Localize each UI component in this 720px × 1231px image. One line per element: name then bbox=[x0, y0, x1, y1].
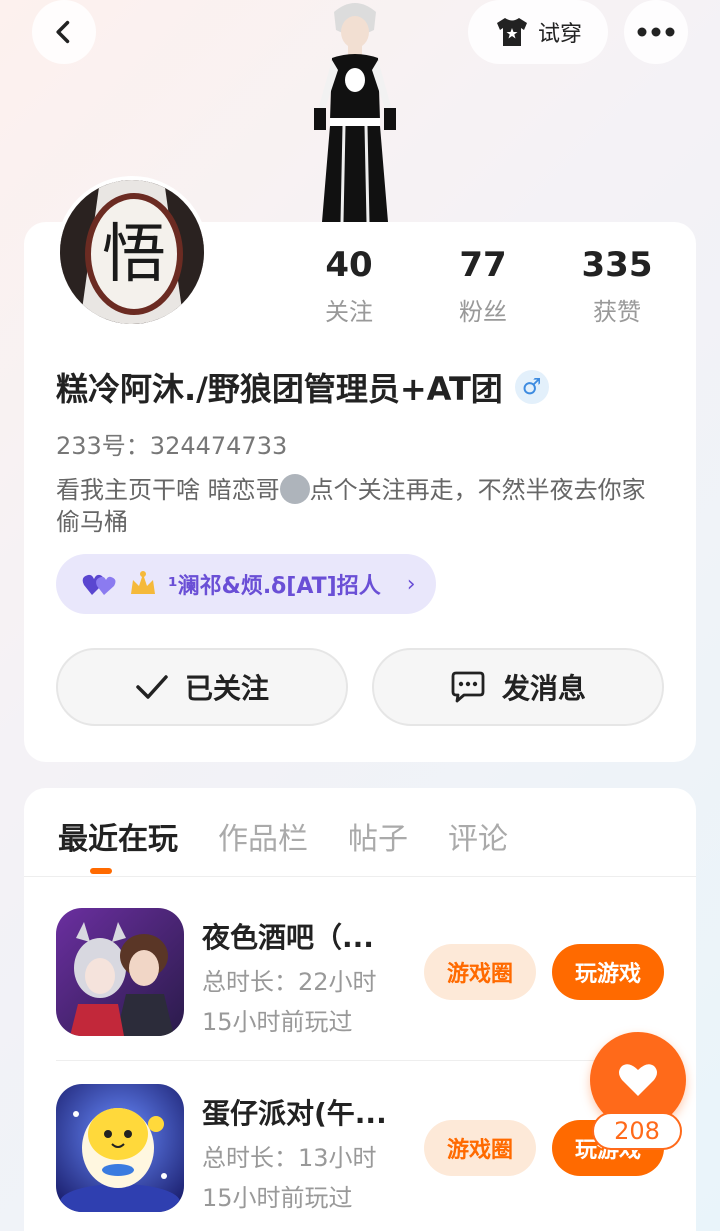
message-label: 发消息 bbox=[501, 672, 586, 705]
game-icon-eggy-party[interactable] bbox=[56, 1084, 184, 1212]
message-icon bbox=[451, 671, 485, 703]
group-tag[interactable]: ¹澜祁&烦.δ[AT]招人 › bbox=[56, 554, 436, 614]
follow-label: 已关注 bbox=[184, 672, 269, 705]
game-title: 夜色酒吧（... bbox=[202, 921, 374, 954]
game-last-played: 15小时前玩过 bbox=[202, 1184, 353, 1212]
stat-value: 335 bbox=[581, 245, 653, 285]
game-circle-button[interactable]: 游戏圈 bbox=[424, 944, 536, 1000]
chevron-right-icon: › bbox=[406, 571, 416, 597]
game-row[interactable]: 夜色酒吧（... 总时长：22小时 15小时前玩过 游戏圈 玩游戏 bbox=[56, 908, 668, 1038]
tab-comments[interactable]: 评论 bbox=[448, 814, 508, 858]
hearts-icon bbox=[82, 574, 116, 595]
game-last-played: 15小时前玩过 bbox=[202, 1008, 353, 1036]
follow-button[interactable]: 已关注 bbox=[56, 648, 348, 726]
male-gender-icon: ♂ bbox=[514, 370, 549, 404]
bio: 看我主页干啥 暗恋哥 点个关注再走，不然半夜去你家偷马桶 bbox=[56, 474, 656, 538]
message-button[interactable]: 发消息 bbox=[372, 648, 664, 726]
stat-followers[interactable]: 77 粉丝 bbox=[416, 244, 550, 327]
bio-text-1: 看我主页干啥 暗恋哥 bbox=[56, 476, 280, 504]
stat-likes[interactable]: 335 获赞 bbox=[550, 244, 684, 327]
stat-label: 粉丝 bbox=[459, 298, 507, 326]
group-tag-label: ¹澜祁&烦.δ[AT]招人 bbox=[168, 574, 381, 599]
stat-label: 获赞 bbox=[593, 298, 641, 326]
tab-works[interactable]: 作品栏 bbox=[218, 814, 308, 858]
like-count: 208 bbox=[592, 1112, 682, 1150]
game-image bbox=[56, 908, 184, 1036]
game-duration: 总时长：22小时 bbox=[202, 968, 377, 996]
heart-icon bbox=[619, 1064, 657, 1096]
game-icon-night-bar[interactable] bbox=[56, 908, 184, 1036]
play-game-button[interactable]: 玩游戏 bbox=[552, 944, 664, 1000]
game-row[interactable]: 蛋仔派对(午... 总时长：13小时 15小时前玩过 游戏圈 玩游戏 bbox=[56, 1084, 668, 1214]
more-button[interactable] bbox=[624, 0, 688, 64]
avatar-3d-figure bbox=[314, 3, 396, 222]
stat-label: 关注 bbox=[325, 298, 373, 326]
check-icon bbox=[136, 675, 168, 699]
more-icon bbox=[637, 27, 675, 37]
tab-posts[interactable]: 帖子 bbox=[348, 814, 408, 858]
active-tab-indicator bbox=[90, 868, 112, 874]
avatar-glyph: 悟 bbox=[102, 218, 166, 292]
game-duration: 总时长：13小时 bbox=[202, 1144, 377, 1172]
emoji-icon bbox=[279, 474, 310, 504]
stat-value: 77 bbox=[459, 245, 507, 285]
tab-recent-played[interactable]: 最近在玩 bbox=[58, 814, 178, 858]
tshirt-icon bbox=[496, 18, 527, 46]
stat-value: 40 bbox=[325, 245, 373, 285]
game-circle-button[interactable]: 游戏圈 bbox=[424, 1120, 536, 1176]
avatar-image: 悟 bbox=[60, 180, 204, 324]
try-on-label: 试穿 bbox=[537, 22, 582, 47]
row-divider bbox=[56, 1060, 668, 1061]
nickname: 糕冷阿沐./野狼团管理员+AT团 bbox=[56, 370, 503, 408]
game-image bbox=[56, 1084, 184, 1212]
tab-divider bbox=[24, 876, 696, 877]
back-icon bbox=[56, 20, 70, 44]
stats-row: 40 关注 77 粉丝 335 获赞 bbox=[282, 244, 686, 327]
crown-icon bbox=[131, 571, 155, 594]
stat-following[interactable]: 40 关注 bbox=[282, 244, 416, 327]
try-on-button[interactable]: 试穿 bbox=[468, 0, 608, 64]
user-id: 233号：324474733 bbox=[56, 432, 288, 460]
back-button[interactable] bbox=[32, 0, 96, 64]
nickname-row: 糕冷阿沐./野狼团管理员+AT团 ♂ bbox=[56, 364, 549, 410]
avatar[interactable]: 悟 bbox=[56, 176, 208, 328]
game-title: 蛋仔派对(午... bbox=[202, 1097, 387, 1130]
tab-bar: 最近在玩 作品栏 帖子 评论 bbox=[58, 814, 508, 858]
